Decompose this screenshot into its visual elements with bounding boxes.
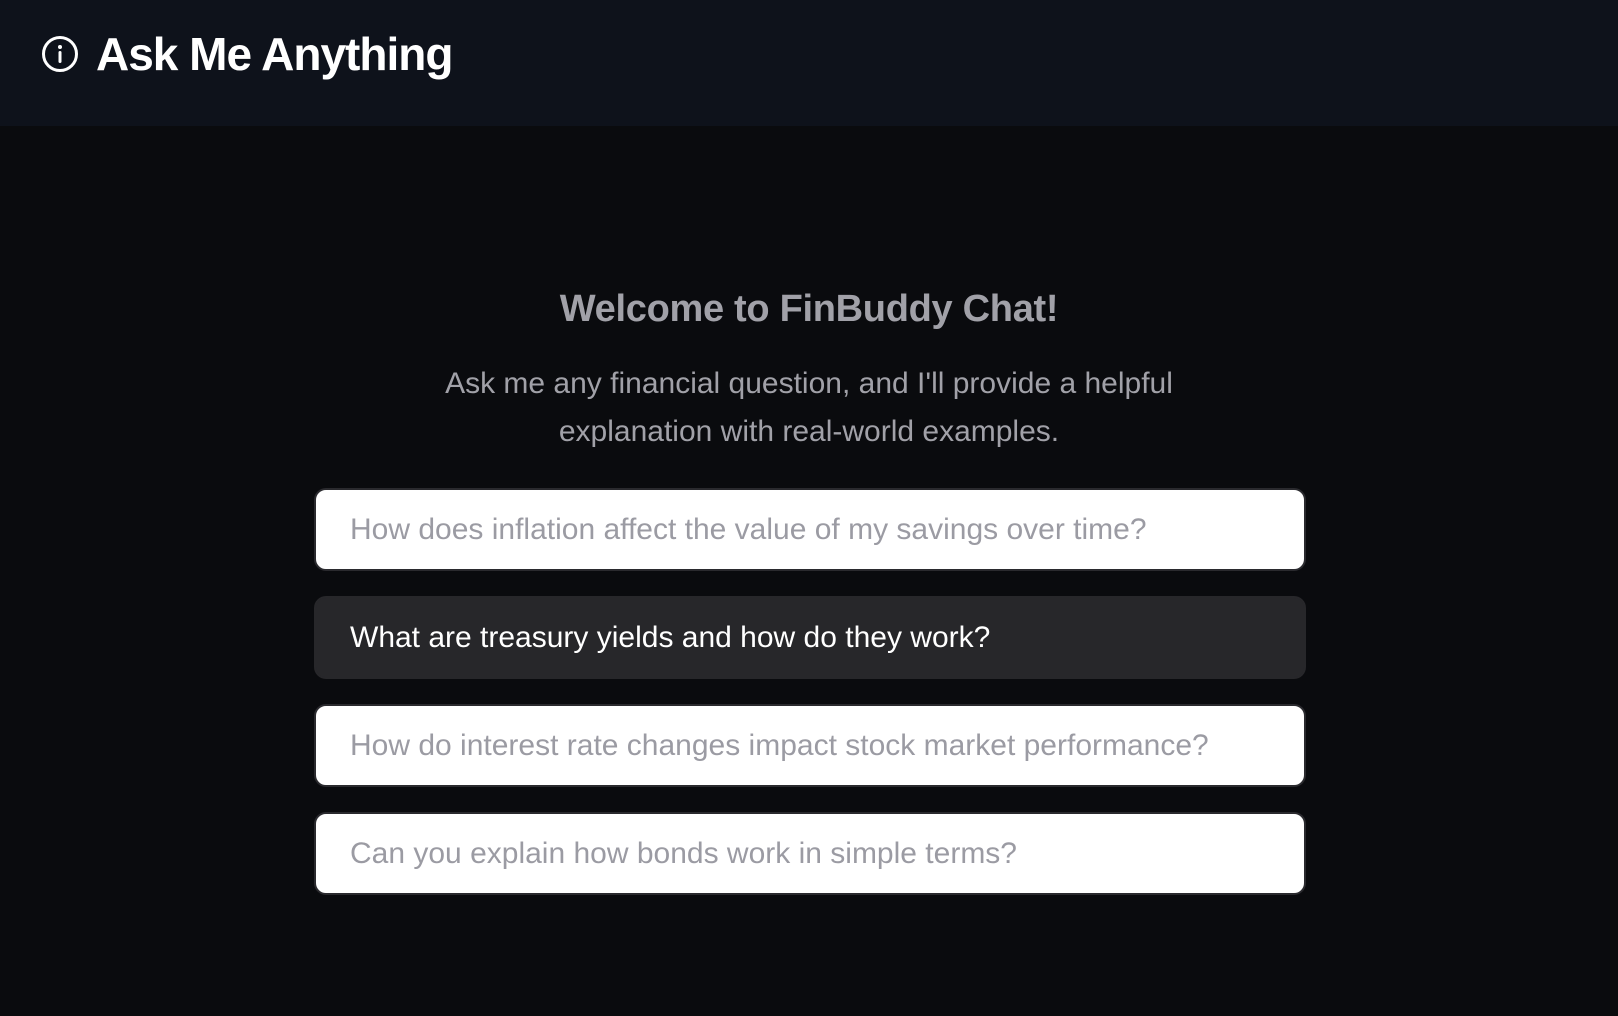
page-title: Ask Me Anything [96, 28, 453, 80]
suggestion-label: How does inflation affect the value of m… [350, 512, 1147, 546]
chat-welcome-area: Welcome to FinBuddy Chat! Ask me any fin… [0, 126, 1618, 1016]
suggestion-button[interactable]: How do interest rate changes impact stoc… [314, 704, 1306, 787]
suggestion-button[interactable]: What are treasury yields and how do they… [314, 596, 1306, 679]
suggestion-label: What are treasury yields and how do they… [350, 620, 991, 654]
suggested-questions: How does inflation affect the value of m… [314, 488, 1306, 920]
suggestion-label: Can you explain how bonds work in simple… [350, 836, 1017, 870]
suggestion-label: How do interest rate changes impact stoc… [350, 728, 1209, 762]
suggestion-button[interactable]: How does inflation affect the value of m… [314, 488, 1306, 571]
welcome-subtitle: Ask me any financial question, and I'll … [445, 367, 1173, 448]
welcome-title: Welcome to FinBuddy Chat! [559, 288, 1059, 330]
app-header: Ask Me Anything [0, 0, 1618, 126]
info-icon[interactable] [40, 34, 80, 74]
suggestion-button[interactable]: Can you explain how bonds work in simple… [314, 812, 1306, 895]
